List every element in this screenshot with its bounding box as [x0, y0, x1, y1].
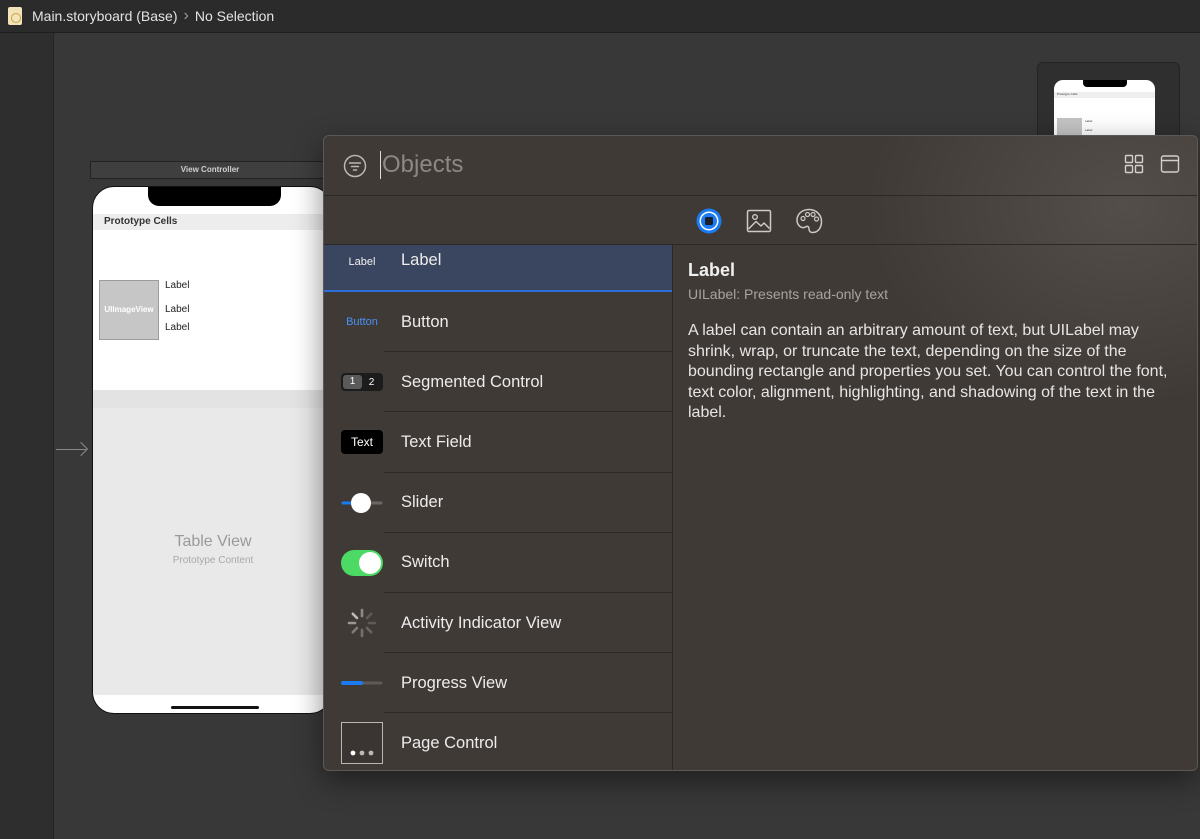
prototype-cells-header: Prototype Cells — [93, 214, 331, 230]
image-view[interactable]: UIImageView — [99, 280, 159, 340]
list-item-title: Progress View — [401, 673, 508, 692]
activity-indicator-thumb-icon — [341, 602, 383, 644]
list-item-title: Activity Indicator View — [401, 613, 562, 632]
table-view-subtitle: Prototype Content — [172, 555, 254, 566]
list-item-label[interactable]: Label Label — [324, 245, 672, 292]
table-view[interactable]: Table View Prototype Content — [93, 408, 331, 695]
detail-title: Label — [688, 260, 736, 280]
label-thumb-icon: Label — [348, 256, 376, 268]
minimap-header: Prototype Cells — [1054, 92, 1155, 98]
iphone-scene[interactable]: Prototype Cells UIImageView Label Label … — [92, 186, 332, 714]
segmented-control-thumb-icon: 1 2 — [341, 361, 383, 403]
list-item-title: Page Control — [401, 733, 498, 752]
list-item-title: Switch — [401, 553, 450, 572]
palette-tab-icon[interactable] — [794, 206, 824, 236]
list-item-text-field[interactable]: Text Text Field — [324, 412, 672, 473]
list-item-title: Slider — [401, 493, 444, 512]
media-tab-icon[interactable] — [744, 206, 774, 236]
table-view-title: Table View — [174, 533, 252, 550]
cell-label[interactable]: Label — [165, 304, 189, 315]
document-outline-gutter — [0, 33, 54, 839]
object-library-popover: Label Label Button Button 1 2 Segmented … — [323, 135, 1198, 771]
filter-icon[interactable] — [343, 154, 367, 178]
page-control-thumb-icon — [341, 722, 383, 765]
list-item-activity-indicator[interactable]: Activity Indicator View — [324, 593, 672, 654]
library-search-input[interactable] — [382, 150, 1082, 180]
list-item-title: Label — [401, 251, 442, 269]
cell-label[interactable]: Label — [165, 322, 189, 333]
list-item-button[interactable]: Button Button — [324, 292, 672, 353]
minimap-notch — [1083, 80, 1127, 87]
view-controller-title-bar[interactable]: View Controller — [90, 161, 330, 179]
detail-view-icon[interactable] — [1160, 154, 1180, 174]
notch — [148, 187, 281, 206]
storyboard-file-icon — [8, 7, 22, 25]
list-item-progress-view[interactable]: Progress View — [324, 653, 672, 714]
slider-thumb-icon — [341, 482, 383, 524]
breadcrumb-chevron-icon: › — [183, 7, 189, 24]
objects-tab-icon[interactable] — [694, 206, 724, 236]
detail-description: A label can contain an arbitrary amount … — [688, 322, 1168, 421]
progress-view-thumb-icon — [341, 662, 383, 704]
library-search-bar — [324, 136, 1197, 196]
jump-bar: Main.storyboard (Base) › No Selection — [0, 0, 1200, 33]
list-item-segmented-control[interactable]: 1 2 Segmented Control — [324, 352, 672, 413]
switch-thumb-icon — [341, 542, 383, 584]
library-tabs — [324, 196, 1197, 245]
list-item-title: Button — [401, 312, 449, 331]
object-list[interactable]: Label Label Button Button 1 2 Segmented … — [324, 245, 673, 770]
grid-view-icon[interactable] — [1124, 154, 1144, 174]
home-indicator — [171, 706, 259, 709]
object-detail-pane: Label UILabel: Presents read-only text A… — [674, 245, 1197, 770]
minimap-label: Label — [1085, 119, 1093, 123]
list-item-page-control[interactable]: Page Control — [324, 713, 672, 770]
cell-separator — [93, 390, 331, 408]
text-caret — [380, 151, 381, 179]
list-item-title: Segmented Control — [401, 372, 544, 391]
button-thumb-icon: Button — [346, 316, 378, 329]
breadcrumb-selection[interactable]: No Selection — [195, 8, 274, 24]
list-item-slider[interactable]: Slider — [324, 473, 672, 533]
breadcrumb-file[interactable]: Main.storyboard (Base) — [32, 8, 178, 24]
minimap-label: Label — [1085, 128, 1093, 132]
list-item-title: Text Field — [401, 432, 472, 451]
detail-subtitle: UILabel: Presents read-only text — [688, 286, 888, 302]
cell-label[interactable]: Label — [165, 280, 189, 291]
text-field-thumb-icon: Text — [341, 421, 383, 463]
entry-point-arrow-icon[interactable] — [56, 441, 89, 458]
list-item-switch[interactable]: Switch — [324, 533, 672, 593]
